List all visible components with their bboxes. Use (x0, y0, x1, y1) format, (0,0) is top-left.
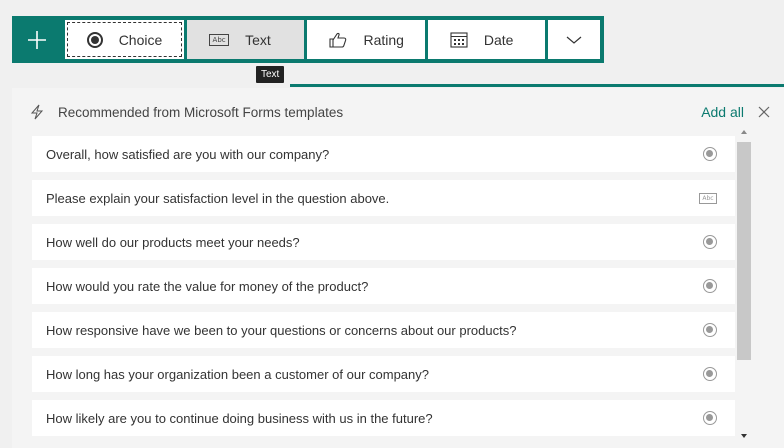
list-item[interactable]: Please explain your satisfaction level i… (32, 180, 735, 216)
choice-type-icon (703, 367, 717, 381)
choice-type-icon (703, 147, 717, 161)
calendar-icon (450, 31, 468, 48)
chevron-down-icon (566, 36, 582, 44)
question-text: How responsive have we been to your ques… (46, 322, 517, 338)
accent-divider (290, 84, 784, 87)
list-item[interactable]: How would you rate the value for money o… (32, 268, 735, 304)
close-icon (758, 106, 770, 117)
tooltip: Text (256, 66, 285, 83)
radio-icon (86, 31, 103, 48)
recommendations-panel: Recommended from Microsoft Forms templat… (12, 88, 784, 448)
date-label: Date (483, 31, 514, 48)
list-item[interactable]: How long has your organization been a cu… (32, 356, 735, 392)
choice-type-icon (703, 323, 717, 337)
list-item[interactable]: Overall, how satisfied are you with our … (32, 136, 735, 172)
choice-type-icon (703, 279, 717, 293)
choice-button[interactable]: Choice (64, 20, 185, 59)
scrollbar[interactable] (737, 130, 751, 448)
scroll-down-arrow-icon[interactable] (741, 434, 747, 438)
choice-type-icon (703, 235, 717, 249)
date-button[interactable]: Date (427, 20, 546, 59)
rating-label: Rating (363, 31, 404, 48)
question-text: How would you rate the value for money o… (46, 278, 369, 294)
question-text: Overall, how satisfied are you with our … (46, 146, 330, 162)
list-item[interactable]: How likely are you to continue doing bus… (32, 400, 735, 436)
list-item[interactable]: How responsive have we been to your ques… (32, 312, 735, 348)
text-label: Text (245, 31, 271, 48)
question-list: Overall, how satisfied are you with our … (32, 136, 735, 444)
close-button[interactable] (758, 102, 770, 123)
scroll-up-arrow-icon[interactable] (741, 130, 747, 134)
choice-label: Choice (118, 31, 163, 48)
question-text: How likely are you to continue doing bus… (46, 410, 433, 426)
rating-button[interactable]: Rating (307, 20, 425, 59)
panel-title: Recommended from Microsoft Forms templat… (58, 104, 344, 120)
thumbs-up-icon (329, 32, 347, 48)
text-button[interactable]: Abc Text (187, 20, 305, 59)
lightning-icon (30, 104, 44, 120)
add-question-button[interactable] (12, 20, 62, 59)
question-text: How well do our products meet your needs… (46, 234, 300, 250)
more-types-button[interactable] (548, 20, 600, 59)
list-item[interactable]: How well do our products meet your needs… (32, 224, 735, 260)
add-all-button[interactable]: Add all (701, 104, 744, 120)
choice-type-icon (703, 411, 717, 425)
scroll-thumb[interactable] (737, 142, 751, 360)
question-text: How long has your organization been a cu… (46, 366, 429, 382)
text-abc-icon: Abc (209, 33, 230, 46)
text-type-icon: Abc (699, 192, 717, 204)
plus-icon (27, 30, 46, 49)
question-text: Please explain your satisfaction level i… (46, 190, 390, 206)
question-type-toolbar: Choice Abc Text Rating Date (12, 16, 604, 63)
panel-header: Recommended from Microsoft Forms templat… (12, 88, 784, 136)
